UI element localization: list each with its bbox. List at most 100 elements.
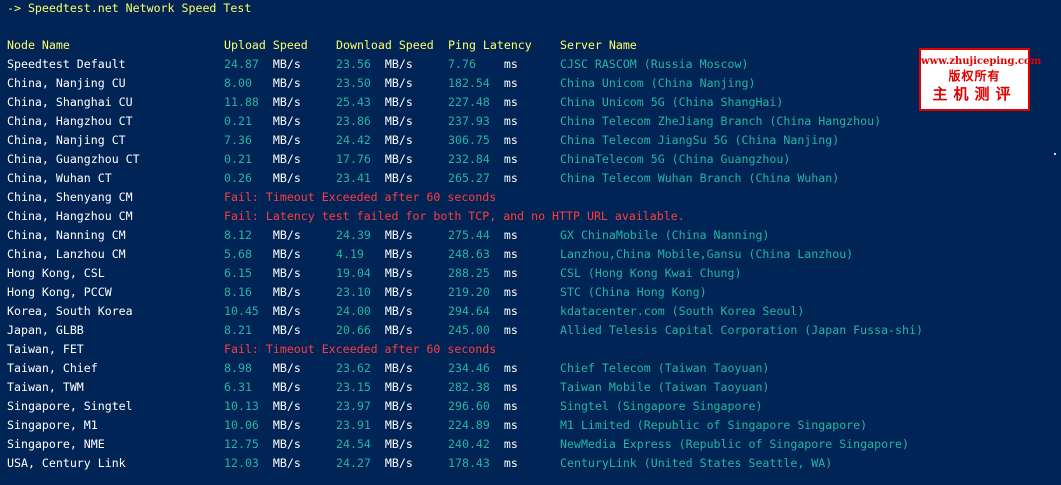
upload-speed: 10.13 MB/s — [224, 399, 301, 414]
download-speed: 23.41 MB/s — [336, 171, 413, 186]
download-value: 20.66 — [336, 323, 378, 337]
node-name: Hong Kong, PCCW — [7, 285, 112, 299]
ping-unit: ms — [503, 285, 518, 299]
server-name: China Telecom ZheJiang Branch (China Han… — [560, 114, 882, 128]
upload-unit: MB/s — [272, 304, 301, 318]
download-unit: MB/s — [384, 247, 413, 261]
header-ping-latency: Ping Latency — [448, 38, 532, 52]
upload-value: 6.15 — [224, 266, 266, 280]
server-name: CenturyLink (United States Seattle, WA) — [560, 456, 833, 470]
ping-unit: ms — [503, 361, 518, 375]
ping-value: 245.00 — [448, 323, 497, 337]
download-value: 23.97 — [336, 399, 378, 413]
upload-speed: 10.06 MB/s — [224, 418, 301, 433]
watermark-url: www.zhujiceping.com — [921, 56, 1042, 67]
upload-value: 0.21 — [224, 152, 266, 166]
upload-speed: 8.21 MB/s — [224, 323, 301, 338]
node-name: China, Hangzhou CM — [7, 209, 133, 223]
upload-unit: MB/s — [272, 380, 301, 394]
ping-latency: 232.84 ms — [448, 152, 518, 167]
node-name: Japan, GLBB — [7, 323, 84, 337]
result-row: China, Lanzhou CM 5.68 MB/s 4.19 MB/s 248.6… — [0, 247, 1061, 266]
ping-latency: 248.63 ms — [448, 247, 518, 262]
upload-speed: 8.16 MB/s — [224, 285, 301, 300]
upload-value: 0.26 — [224, 171, 266, 185]
watermark-copyright: 版权所有 — [948, 69, 1001, 83]
result-row: Taiwan, FET Fail: Timeout Exceeded after … — [0, 342, 1061, 361]
server-name: China Unicom (China Nanjing) — [560, 76, 756, 90]
server-name: Taiwan Mobile (Taiwan Taoyuan) — [560, 380, 770, 394]
result-row: China, Shenyang CM Fail: Timeout Exceeded… — [0, 190, 1061, 209]
download-value: 23.41 — [336, 171, 378, 185]
node-name: Taiwan, Chief — [7, 361, 98, 375]
upload-value: 12.03 — [224, 456, 266, 470]
upload-speed: 11.88 MB/s — [224, 95, 301, 110]
header-download-speed: Download Speed — [336, 38, 434, 52]
download-value: 23.62 — [336, 361, 378, 375]
upload-unit: MB/s — [272, 437, 301, 451]
upload-value: 8.21 — [224, 323, 266, 337]
upload-value: 8.16 — [224, 285, 266, 299]
terminal-cursor — [1054, 153, 1056, 155]
ping-unit: ms — [503, 57, 518, 71]
download-speed: 24.00 MB/s — [336, 304, 413, 319]
ping-unit: ms — [503, 266, 518, 280]
fail-message: Fail: Latency test failed for both TCP, … — [224, 209, 685, 223]
result-row: Taiwan, Chief 8.98 MB/s 23.62 MB/s 234.46 m… — [0, 361, 1061, 380]
download-value: 24.27 — [336, 456, 378, 470]
upload-unit: MB/s — [272, 285, 301, 299]
node-name: Korea, South Korea — [7, 304, 133, 318]
node-name: China, Lanzhou CM — [7, 247, 126, 261]
download-value: 4.19 — [336, 247, 378, 261]
upload-unit: MB/s — [272, 247, 301, 261]
download-speed: 24.42 MB/s — [336, 133, 413, 148]
ping-value: 234.46 — [448, 361, 497, 375]
ping-value: 232.84 — [448, 152, 497, 166]
server-name: Lanzhou,China Mobile,Gansu (China Lanzho… — [560, 247, 854, 261]
download-unit: MB/s — [384, 399, 413, 413]
terminal-window[interactable]: -> Speedtest.net Network Speed Test Node… — [0, 0, 1061, 485]
ping-value: 227.48 — [448, 95, 497, 109]
download-speed: 19.04 MB/s — [336, 266, 413, 281]
test-title: -> Speedtest.net Network Speed Test — [7, 1, 252, 15]
ping-latency: 282.38 ms — [448, 380, 518, 395]
result-row: Hong Kong, CSL 6.15 MB/s 19.04 MB/s 288.25 … — [0, 266, 1061, 285]
node-name: China, Hangzhou CT — [7, 114, 133, 128]
upload-unit: MB/s — [272, 95, 301, 109]
node-name: China, Guangzhou CT — [7, 152, 140, 166]
upload-unit: MB/s — [272, 57, 301, 71]
download-value: 24.00 — [336, 304, 378, 318]
result-row: Hong Kong, PCCW 8.16 MB/s 23.10 MB/s 219.20… — [0, 285, 1061, 304]
upload-value: 10.06 — [224, 418, 266, 432]
download-speed: 4.19 MB/s — [336, 247, 413, 262]
ping-unit: ms — [503, 456, 518, 470]
node-name: Hong Kong, CSL — [7, 266, 105, 280]
download-unit: MB/s — [384, 76, 413, 90]
download-unit: MB/s — [384, 57, 413, 71]
watermark-stamp: www.zhujiceping.com 版权所有 主机测评 — [919, 48, 1042, 111]
ping-latency: 288.25 ms — [448, 266, 518, 281]
server-name: CSL (Hong Kong Kwai Chung) — [560, 266, 742, 280]
download-speed: 23.50 MB/s — [336, 76, 413, 91]
ping-value: 237.93 — [448, 114, 497, 128]
node-name: Singapore, NME — [7, 437, 105, 451]
upload-unit: MB/s — [272, 133, 301, 147]
header-node-name: Node Name — [7, 38, 70, 52]
ping-unit: ms — [503, 133, 518, 147]
result-row: Singapore, NME 12.75 MB/s 24.54 MB/s 240.42… — [0, 437, 1061, 456]
download-unit: MB/s — [384, 304, 413, 318]
node-name: China, Wuhan CT — [7, 171, 112, 185]
download-speed: 24.39 MB/s — [336, 228, 413, 243]
node-name: China, Nanjing CT — [7, 133, 126, 147]
ping-value: 294.64 — [448, 304, 497, 318]
ping-unit: ms — [503, 171, 518, 185]
ping-latency: 240.42 ms — [448, 437, 518, 452]
upload-unit: MB/s — [272, 114, 301, 128]
result-row: Singapore, M1 10.06 MB/s 23.91 MB/s 224.89 … — [0, 418, 1061, 437]
upload-value: 5.68 — [224, 247, 266, 261]
server-name: Singtel (Singapore Singapore) — [560, 399, 763, 413]
result-row: China, Nanjing CU 8.00 MB/s 23.50 MB/s 182.… — [0, 76, 1061, 95]
ping-latency: 296.60 ms — [448, 399, 518, 414]
ping-value: 296.60 — [448, 399, 497, 413]
upload-speed: 0.26 MB/s — [224, 171, 301, 186]
